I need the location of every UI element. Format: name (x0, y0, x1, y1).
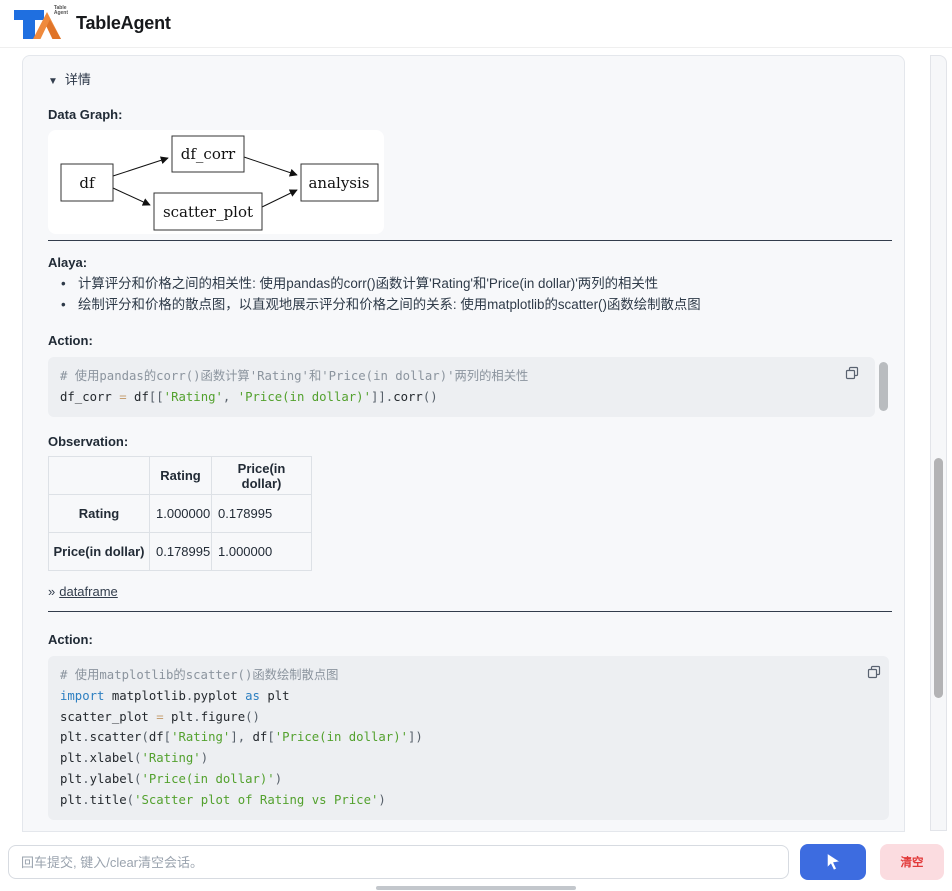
cell-value: 0.178995 (212, 495, 312, 533)
section-divider (48, 240, 892, 241)
cell-value: 1.000000 (150, 495, 212, 533)
clear-button[interactable]: 清空 (880, 844, 944, 880)
app-title: TableAgent (76, 13, 171, 34)
action-label-2: Action: (48, 632, 892, 647)
alaya-bullet-2: 绘制评分和价格的散点图，以直观地展示评分和价格之间的关系: 使用matplotl… (48, 297, 892, 313)
tableagent-logo-icon: Table Agent (12, 5, 64, 43)
table-header-price: Price(in dollar) (212, 457, 312, 495)
chat-detail-panel: ▼ 详情 Data Graph: df df_corr scatter_plot … (22, 55, 905, 832)
page-scrollbar-thumb[interactable] (934, 458, 943, 698)
code-content-scatter: # 使用matplotlib的scatter()函数绘制散点图import ma… (48, 656, 889, 820)
correlation-table: Rating Price(in dollar) Rating 1.000000 … (48, 456, 312, 571)
data-graph-label: Data Graph: (48, 107, 892, 122)
table-row: Rating 1.000000 0.178995 (49, 495, 312, 533)
code-block-corr: # 使用pandas的corr()函数计算'Rating'和'Price(in … (48, 357, 892, 417)
dataframe-link[interactable]: dataframe (59, 584, 118, 599)
svg-text:df_corr: df_corr (181, 145, 236, 163)
cell-value: 1.000000 (212, 533, 312, 571)
dataframe-link-prefix: » (48, 584, 55, 599)
send-button[interactable] (800, 844, 866, 880)
gesture-bar (376, 886, 576, 890)
observation-label-1: Observation: (48, 434, 892, 449)
cell-value: 0.178995 (150, 533, 212, 571)
svg-text:analysis: analysis (308, 174, 369, 192)
table-header-rating: Rating (150, 457, 212, 495)
row-label-rating: Rating (49, 495, 150, 533)
table-header-empty (49, 457, 150, 495)
alaya-bullet-1: 计算评分和价格之间的相关性: 使用pandas的corr()函数计算'Ratin… (48, 276, 892, 292)
send-cursor-icon (822, 851, 844, 873)
section-divider (48, 611, 892, 612)
chat-input[interactable] (8, 845, 789, 879)
chevron-down-icon: ▼ (48, 76, 58, 87)
svg-text:scatter_plot: scatter_plot (163, 203, 253, 221)
svg-text:df: df (79, 174, 96, 192)
alaya-label: Alaya: (48, 255, 892, 270)
alaya-bullet-list: 计算评分和价格之间的相关性: 使用pandas的corr()函数计算'Ratin… (48, 276, 892, 313)
chat-input-bar: 清空 (0, 838, 952, 886)
details-summary-label: 详情 (65, 72, 91, 87)
copy-icon[interactable] (866, 665, 882, 681)
code-scrollbar-thumb[interactable] (879, 362, 888, 411)
details-toggle[interactable]: ▼ 详情 (48, 69, 892, 88)
code-content-corr: # 使用pandas的corr()函数计算'Rating'和'Price(in … (48, 357, 875, 417)
row-label-price: Price(in dollar) (49, 533, 150, 571)
code-block-scatter: # 使用matplotlib的scatter()函数绘制散点图import ma… (48, 656, 892, 820)
data-graph-figure: df df_corr scatter_plot analysis (48, 130, 384, 234)
table-header-row: Rating Price(in dollar) (49, 457, 312, 495)
dataframe-link-row: » dataframe (48, 584, 892, 599)
page-scrollbar-track[interactable] (930, 55, 947, 831)
copy-icon[interactable] (844, 366, 860, 382)
action-label-1: Action: (48, 333, 892, 348)
table-row: Price(in dollar) 0.178995 1.000000 (49, 533, 312, 571)
logo-tiny-text: Table Agent (54, 6, 68, 16)
app-header: Table Agent TableAgent (0, 0, 952, 48)
